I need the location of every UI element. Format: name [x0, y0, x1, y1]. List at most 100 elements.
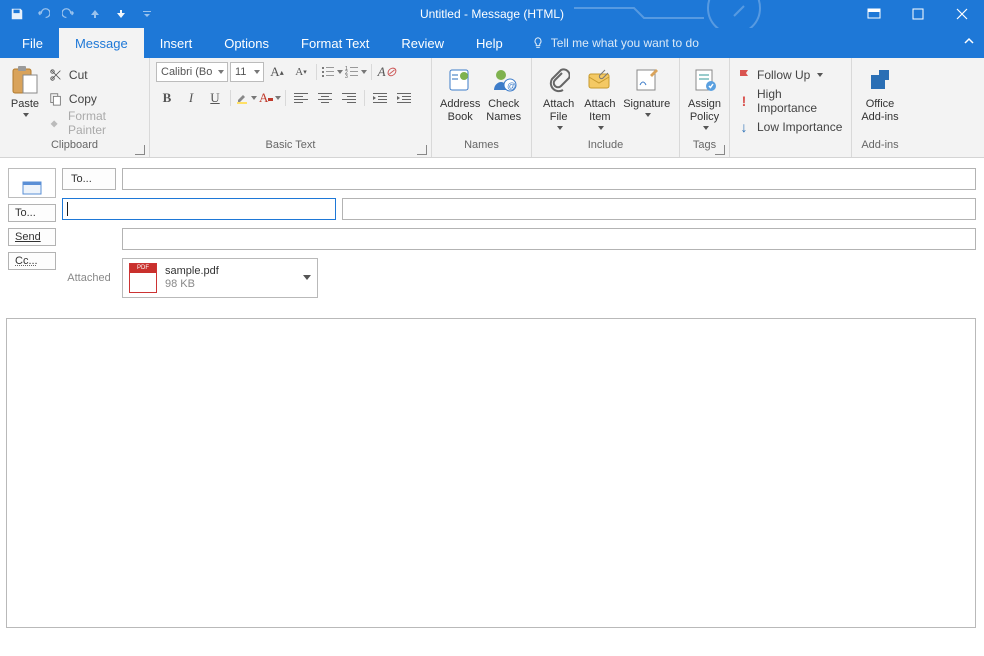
increase-font-icon[interactable]: A▴ — [266, 62, 288, 82]
paperclip-icon — [543, 64, 575, 96]
tab-help[interactable]: Help — [460, 28, 519, 58]
chevron-down-icon — [817, 73, 823, 77]
maximize-icon[interactable] — [896, 0, 940, 28]
attach-item-icon — [584, 64, 616, 96]
font-size-combo[interactable]: 11 — [230, 62, 264, 82]
group-label-tags: Tags — [680, 139, 729, 157]
undo-icon[interactable] — [32, 3, 54, 25]
attach-item-button[interactable]: Attach Item — [579, 62, 620, 130]
chevron-down-icon — [598, 126, 604, 130]
attach-file-button[interactable]: Attach File — [538, 62, 579, 130]
highlight-icon[interactable] — [235, 88, 257, 108]
check-names-icon: @ — [488, 64, 520, 96]
group-label-basic-text: Basic Text — [150, 139, 431, 157]
to-small-button[interactable]: To... — [8, 204, 56, 222]
to-input[interactable] — [122, 168, 976, 190]
format-painter-button[interactable]: Format Painter — [48, 112, 143, 134]
tab-message[interactable]: Message — [59, 28, 144, 58]
paste-label: Paste — [11, 98, 39, 111]
tab-format-text[interactable]: Format Text — [285, 28, 385, 58]
tab-options[interactable]: Options — [208, 28, 285, 58]
format-painter-label: Format Painter — [68, 109, 143, 137]
group-clipboard: Paste Cut Copy Format Painter Clipboard — [0, 58, 150, 157]
account-icon — [22, 181, 42, 195]
decrease-font-icon[interactable]: A▾ — [290, 62, 312, 82]
signature-label: Signature — [623, 98, 670, 111]
signature-icon — [631, 64, 663, 96]
to-button[interactable]: To... — [62, 168, 116, 190]
tell-me-placeholder: Tell me what you want to do — [551, 36, 699, 50]
lightbulb-icon — [531, 36, 545, 50]
cc-small-button[interactable]: Cc... — [8, 252, 56, 270]
window-controls — [852, 0, 984, 28]
numbering-icon[interactable]: 123 — [345, 62, 367, 82]
cc-input[interactable] — [342, 198, 976, 220]
pdf-icon — [129, 263, 157, 293]
copy-icon — [48, 91, 64, 107]
attachment-chip[interactable]: sample.pdf 98 KB — [122, 258, 318, 298]
attachment-size: 98 KB — [165, 278, 219, 291]
prev-item-icon[interactable] — [84, 3, 106, 25]
tab-file[interactable]: File — [6, 28, 59, 58]
tell-me-search[interactable]: Tell me what you want to do — [519, 28, 711, 58]
address-book-label: Address Book — [440, 98, 480, 124]
dialog-launcher-icon[interactable] — [135, 145, 145, 155]
follow-up-button[interactable]: Follow Up — [736, 64, 823, 86]
paste-button[interactable]: Paste — [6, 62, 44, 117]
ribbon: Paste Cut Copy Format Painter Clipboard — [0, 58, 984, 158]
scissors-icon — [48, 67, 64, 83]
attach-file-label: Attach File — [543, 98, 574, 124]
paste-icon — [9, 64, 41, 96]
next-item-icon[interactable] — [110, 3, 132, 25]
close-icon[interactable] — [940, 0, 984, 28]
font-name-combo[interactable]: Calibri (Bo — [156, 62, 228, 82]
qat-customize-icon[interactable] — [136, 3, 158, 25]
from-input[interactable] — [62, 198, 336, 220]
quick-access-toolbar — [0, 3, 158, 25]
addins-icon — [864, 64, 896, 96]
assign-policy-button[interactable]: Assign Policy — [686, 62, 723, 130]
high-importance-icon: ! — [736, 93, 752, 109]
svg-text:3: 3 — [345, 74, 348, 78]
subject-input[interactable] — [122, 228, 976, 250]
font-color-icon[interactable]: A — [259, 88, 281, 108]
chevron-down-icon — [557, 126, 563, 130]
dialog-launcher-icon[interactable] — [417, 145, 427, 155]
check-names-label: Check Names — [486, 98, 521, 124]
cut-button[interactable]: Cut — [48, 64, 143, 86]
tab-insert[interactable]: Insert — [144, 28, 209, 58]
ribbon-display-options-icon[interactable] — [852, 0, 896, 28]
italic-icon[interactable]: I — [180, 88, 202, 108]
high-importance-button[interactable]: ! High Importance — [736, 90, 845, 112]
message-body[interactable] — [6, 318, 976, 628]
chevron-down-icon[interactable] — [303, 275, 311, 280]
account-picker[interactable] — [8, 168, 56, 198]
check-names-button[interactable]: @ Check Names — [482, 62, 525, 124]
underline-icon[interactable]: U — [204, 88, 226, 108]
bold-icon[interactable]: B — [156, 88, 178, 108]
low-importance-icon: ↓ — [736, 119, 752, 135]
align-left-icon[interactable] — [290, 88, 312, 108]
align-center-icon[interactable] — [314, 88, 336, 108]
collapse-ribbon-icon[interactable] — [962, 34, 976, 48]
tab-review[interactable]: Review — [385, 28, 460, 58]
low-importance-label: Low Importance — [757, 120, 842, 134]
sender-pane: To... Send Cc... — [6, 168, 56, 306]
redo-icon[interactable] — [58, 3, 80, 25]
high-importance-label: High Importance — [757, 87, 845, 115]
address-book-button[interactable]: Address Book — [438, 62, 482, 124]
decrease-indent-icon[interactable] — [369, 88, 391, 108]
save-icon[interactable] — [6, 3, 28, 25]
clear-formatting-icon[interactable]: A⊘ — [376, 62, 398, 82]
copy-button[interactable]: Copy — [48, 88, 143, 110]
bullets-icon[interactable] — [321, 62, 343, 82]
align-right-icon[interactable] — [338, 88, 360, 108]
dialog-launcher-icon[interactable] — [715, 145, 725, 155]
low-importance-button[interactable]: ↓ Low Importance — [736, 116, 842, 138]
signature-button[interactable]: Signature — [621, 62, 674, 117]
increase-indent-icon[interactable] — [393, 88, 415, 108]
send-small-button[interactable]: Send — [8, 228, 56, 246]
attach-item-label: Attach Item — [584, 98, 615, 124]
attachment-name: sample.pdf — [165, 265, 219, 278]
office-addins-button[interactable]: Office Add-ins — [858, 62, 902, 124]
